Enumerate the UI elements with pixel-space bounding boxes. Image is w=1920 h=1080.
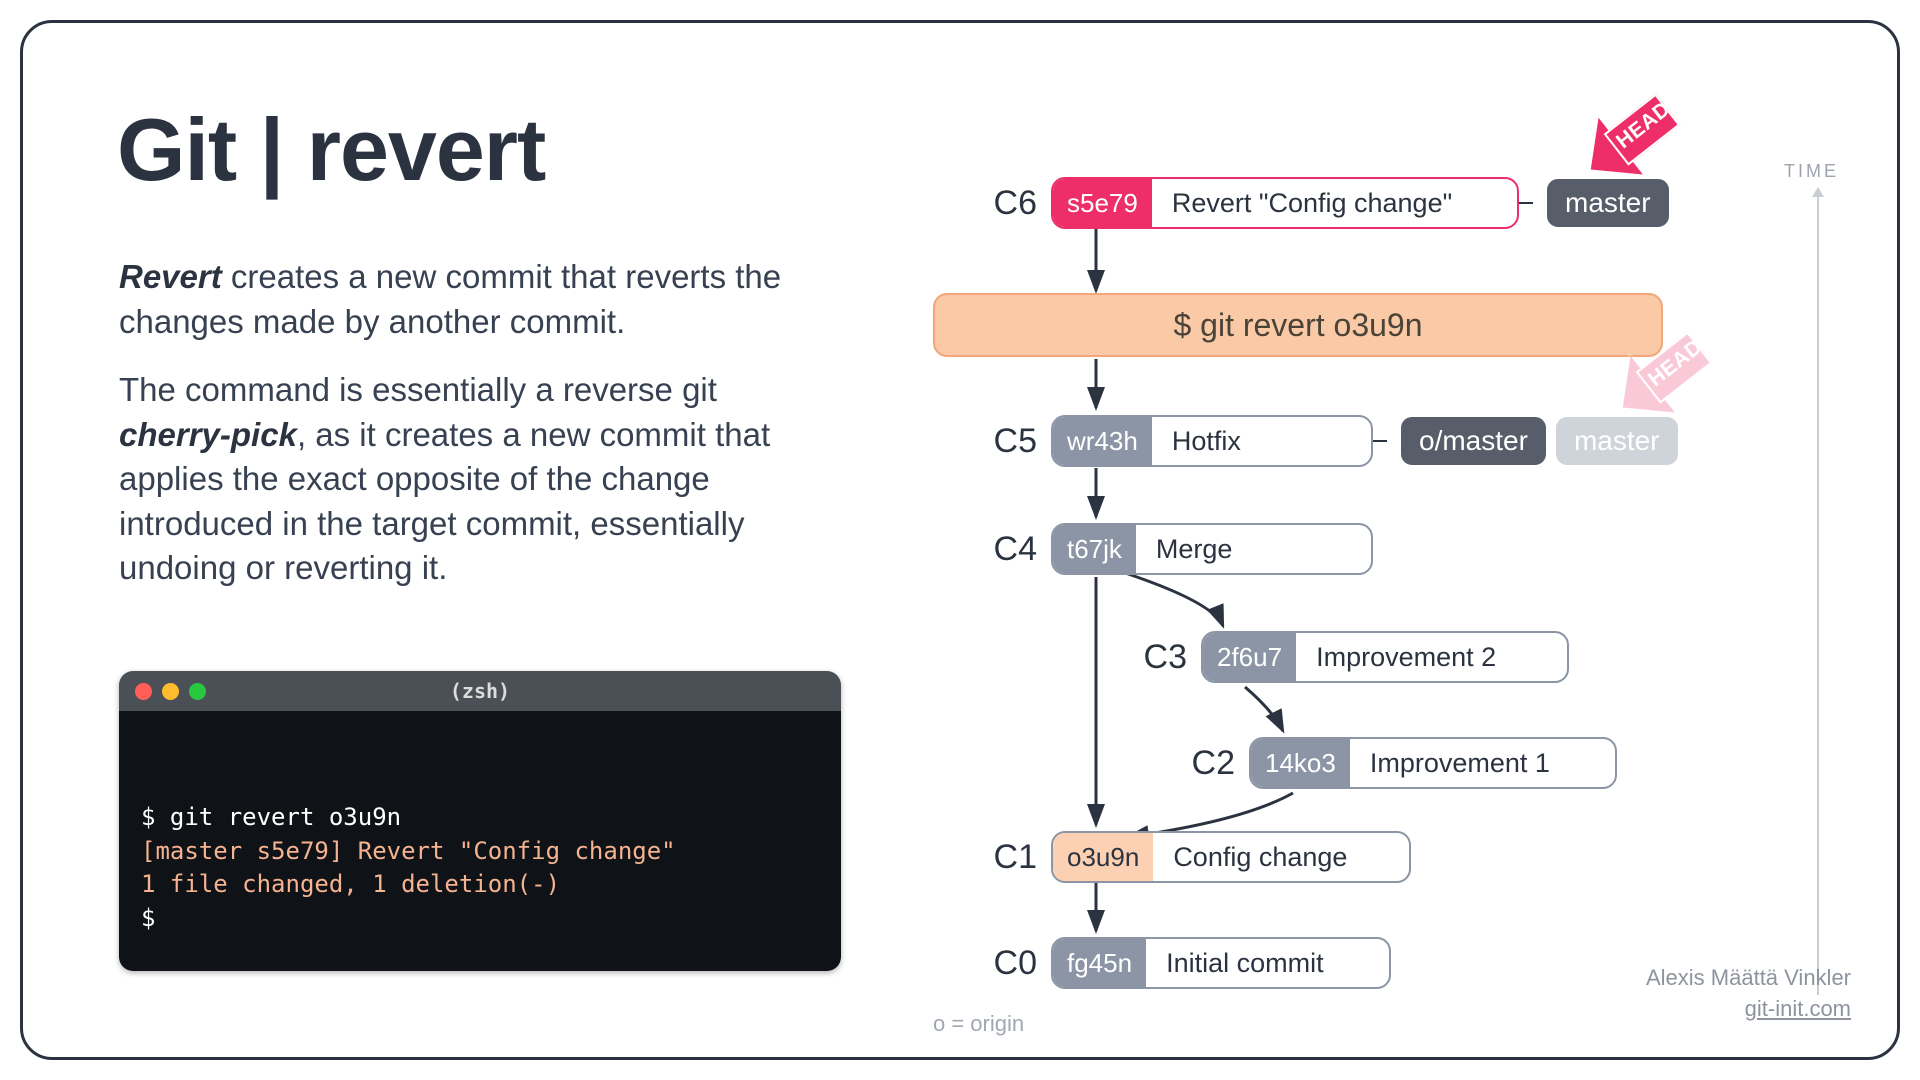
commit-msg-c6: Revert "Config change": [1152, 188, 1472, 219]
commit-pill-c2: 14ko3 Improvement 1: [1249, 737, 1617, 789]
commit-pill-c6: s5e79 Revert "Config change": [1051, 177, 1519, 229]
commit-msg-c2: Improvement 1: [1350, 748, 1570, 779]
commit-row-c2: C2 14ko3 Improvement 1: [1171, 735, 1617, 791]
commit-hash-c4: t67jk: [1053, 525, 1136, 573]
terminal-body: $ git revert o3u9n [master s5e79] Revert…: [119, 711, 841, 971]
tag-o-master: o/master: [1401, 417, 1546, 465]
commit-pill-c1: o3u9n Config change: [1051, 831, 1411, 883]
commit-label-c2: C2: [1171, 744, 1235, 783]
commit-pill-c0: fg45n Initial commit: [1051, 937, 1391, 989]
intro-p1: Revert creates a new commit that reverts…: [119, 255, 819, 344]
commit-row-c0: C0 fg45n Initial commit: [973, 935, 1391, 991]
diagram-arrows: [913, 131, 1833, 1060]
credit-url: git-init.com: [1646, 994, 1851, 1025]
commit-row-c4: C4 t67jk Merge: [973, 521, 1373, 577]
commit-hash-c3: 2f6u7: [1203, 633, 1296, 681]
intro-text: Revert creates a new commit that reverts…: [119, 255, 819, 615]
credit-name: Alexis Määttä Vinkler: [1646, 963, 1851, 994]
commit-label-c3: C3: [1123, 638, 1187, 677]
commit-pill-c4: t67jk Merge: [1051, 523, 1373, 575]
commit-label-c4: C4: [973, 530, 1037, 569]
term-line-3: 1 file changed, 1 deletion(-): [141, 868, 819, 902]
commit-hash-c1: o3u9n: [1053, 833, 1153, 881]
commit-row-c1: C1 o3u9n Config change: [973, 829, 1411, 885]
commit-msg-c1: Config change: [1153, 842, 1367, 873]
commit-row-c5: C5 wr43h Hotfix o/master master: [973, 413, 1678, 469]
commit-diagram: TIME C6 s5e79 Revert "Config change" mas…: [913, 131, 1833, 1060]
commit-label-c6: C6: [973, 184, 1037, 223]
terminal-window: (zsh) $ git revert o3u9n [master s5e79] …: [119, 671, 841, 971]
commit-row-c6: C6 s5e79 Revert "Config change" master: [973, 175, 1669, 231]
intro-strong1: Revert: [119, 258, 222, 295]
slide-frame: Git | revert Revert creates a new commit…: [20, 20, 1900, 1060]
commit-label-c0: C0: [973, 944, 1037, 983]
time-axis-arrow-icon: [1817, 195, 1819, 995]
terminal-titlebar: (zsh): [119, 671, 841, 711]
page-title: Git | revert: [117, 99, 545, 201]
time-label: TIME: [1784, 161, 1839, 182]
commit-msg-c3: Improvement 2: [1296, 642, 1516, 673]
commit-hash-c0: fg45n: [1053, 939, 1146, 987]
commit-hash-c6: s5e79: [1053, 179, 1152, 227]
connector-icon: [1373, 440, 1387, 443]
commit-msg-c4: Merge: [1136, 534, 1253, 565]
commit-row-c3: C3 2f6u7 Improvement 2: [1123, 629, 1569, 685]
terminal-title: (zsh): [119, 679, 841, 703]
revert-command-bar: $ git revert o3u9n: [933, 293, 1663, 357]
intro-strong2: cherry-pick: [119, 416, 297, 453]
connector-icon: [1519, 202, 1533, 205]
commit-hash-c5: wr43h: [1053, 417, 1152, 465]
term-line-4: $: [141, 902, 819, 936]
term-line-2: [master s5e79] Revert "Config change": [141, 835, 819, 869]
revert-command-text: $ git revert o3u9n: [1173, 307, 1422, 344]
credit: Alexis Määttä Vinkler git-init.com: [1646, 963, 1851, 1025]
intro-p2: The command is essentially a reverse git…: [119, 368, 819, 591]
intro-p2a: The command is essentially a reverse git: [119, 371, 717, 408]
commit-label-c5: C5: [973, 422, 1037, 461]
commit-msg-c0: Initial commit: [1146, 948, 1344, 979]
commit-label-c1: C1: [973, 838, 1037, 877]
commit-pill-c5: wr43h Hotfix: [1051, 415, 1373, 467]
term-line-1: $ git revert o3u9n: [141, 801, 819, 835]
commit-hash-c2: 14ko3: [1251, 739, 1350, 787]
legend-origin: o = origin: [933, 1011, 1024, 1037]
commit-pill-c3: 2f6u7 Improvement 2: [1201, 631, 1569, 683]
commit-msg-c5: Hotfix: [1152, 426, 1261, 457]
